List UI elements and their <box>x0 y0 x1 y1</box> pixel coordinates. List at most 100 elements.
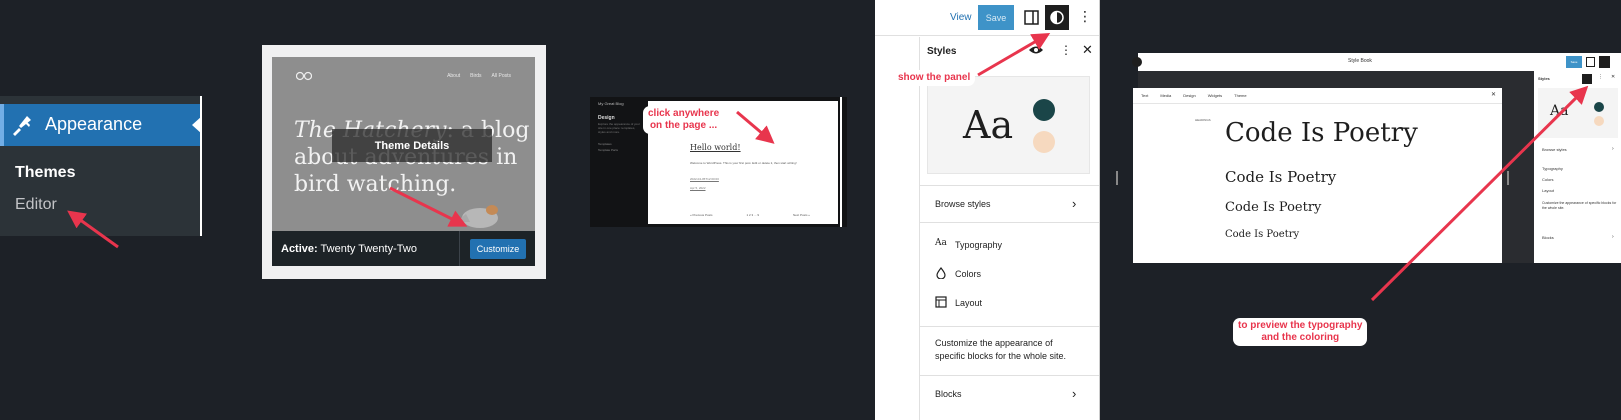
close-icon[interactable]: ✕ <box>1491 91 1496 98</box>
divider <box>840 97 842 227</box>
callout-show-panel: show the panel <box>893 70 976 86</box>
eye-icon[interactable] <box>1028 44 1044 56</box>
view-button[interactable]: View <box>950 12 972 23</box>
submenu-themes[interactable]: Themes <box>15 164 75 182</box>
chevron-right-icon[interactable]: › <box>1612 234 1614 240</box>
pagination: « Previous Posts 1 2 3 ... 9 Next Posts … <box>690 213 810 217</box>
customize-button[interactable]: Customize <box>470 239 526 259</box>
more-options-icon[interactable]: ⋮ <box>1078 9 1092 23</box>
chevron-right-icon[interactable]: › <box>1072 196 1076 211</box>
nav-item-typography[interactable]: Typography <box>1542 166 1563 171</box>
sidebar-item-template-parts[interactable]: Template Parts <box>598 148 618 152</box>
headings-label: HEADINGS <box>1195 118 1211 122</box>
theme-nav-item: Birds <box>470 73 482 79</box>
color-swatch-primary <box>1033 99 1055 121</box>
close-icon[interactable]: ✕ <box>1611 74 1615 80</box>
resize-handle[interactable] <box>1507 171 1509 185</box>
divider <box>920 185 1100 186</box>
close-icon[interactable]: ✕ <box>1082 42 1093 58</box>
divider <box>1099 0 1100 420</box>
next-link: Next Posts » <box>792 213 810 217</box>
active-theme-label: Active: Twenty Twenty-Two <box>281 243 417 255</box>
wordpress-logo-icon[interactable] <box>1132 57 1142 67</box>
contrast-icon[interactable] <box>1599 56 1610 68</box>
editor-toolbar: View Save ⋮ <box>875 0 1100 36</box>
callout-click-anywhere: click anywhere on the page ... <box>643 106 725 134</box>
style-preview: Aa <box>927 76 1090 174</box>
style-book[interactable]: Text Media Design Widgets Theme ✕ HEADIN… <box>1133 88 1502 263</box>
divider <box>920 375 1100 376</box>
blocks-description: Customize the appearance of specific blo… <box>935 338 1067 361</box>
active-bar <box>0 104 4 146</box>
more-options-icon[interactable]: ⋮ <box>1060 43 1072 57</box>
divider <box>920 222 1100 223</box>
site-name: My Great Blog <box>598 101 624 106</box>
heading-h3-sample: Code Is Poetry <box>1225 200 1322 215</box>
color-swatch-primary <box>1594 102 1604 112</box>
style-book-tabs: Text Media Design Widgets Theme <box>1133 88 1502 104</box>
style-book-preview: Style Book Save Text Media Design Widget… <box>1116 53 1621 263</box>
theme-logo-icon <box>296 71 312 81</box>
theme-nav: About Birds All Posts <box>447 73 511 79</box>
canvas-edge <box>875 37 920 420</box>
nav-item-colors[interactable]: Colors <box>1542 177 1554 182</box>
styles-button[interactable] <box>1045 5 1069 30</box>
resize-handle[interactable] <box>1116 171 1118 185</box>
style-book-toolbar: Style Book Save <box>1132 53 1621 71</box>
nav-item-colors[interactable]: Colors <box>955 269 981 279</box>
post-date: Apr 5, 2022 <box>690 186 706 190</box>
paintbrush-icon <box>13 116 31 136</box>
nav-item-layout[interactable]: Layout <box>955 298 982 308</box>
browse-styles-label[interactable]: Browse styles <box>1542 147 1567 152</box>
nav-item-layout[interactable]: Layout <box>1542 188 1554 193</box>
divider <box>459 231 460 266</box>
save-button[interactable]: Save <box>978 5 1014 30</box>
more-options-icon[interactable]: ⋮ <box>1598 74 1603 80</box>
callout-line: to preview the typography <box>1238 320 1363 331</box>
page-numbers: 1 2 3 ... 9 <box>746 213 759 217</box>
submenu-editor[interactable]: Editor <box>15 196 57 214</box>
tab-design[interactable]: Design <box>1183 93 1195 98</box>
sidebar-item-templates[interactable]: Templates <box>598 142 612 146</box>
tab-widgets[interactable]: Widgets <box>1208 93 1222 98</box>
callout-preview-typography: to preview the typography and the colori… <box>1233 318 1368 346</box>
appearance-menu-item[interactable]: Appearance <box>0 104 202 146</box>
layout-icon <box>935 296 947 308</box>
blocks-label[interactable]: Blocks <box>935 389 962 399</box>
sidebar-description: Explore the appearance of your site in o… <box>598 122 640 134</box>
contrast-icon <box>1050 10 1064 25</box>
color-swatch-secondary <box>1594 116 1604 126</box>
theme-card-footer: Active: Twenty Twenty-Two Customize <box>272 231 535 266</box>
blocks-label[interactable]: Blocks <box>1542 235 1554 240</box>
theme-screenshot[interactable]: About Birds All Posts The Hatchery: a bl… <box>272 57 535 231</box>
droplet-icon <box>936 267 946 279</box>
divider <box>920 326 1100 327</box>
chevron-right-icon[interactable]: › <box>1072 386 1076 401</box>
callout-line: on the page ... <box>649 120 718 131</box>
styles-panel: View Save ⋮ Styles ⋮ ✕ Aa Browse styles … <box>875 0 1100 420</box>
tab-text[interactable]: Text <box>1141 93 1148 98</box>
styles-title: Styles <box>1538 76 1550 81</box>
theme-details-button[interactable]: Theme Details <box>332 129 492 162</box>
heading-h2-sample: Code Is Poetry <box>1225 168 1337 186</box>
chevron-right-icon[interactable]: › <box>1612 146 1614 152</box>
sidebar-toggle-icon[interactable] <box>1586 57 1595 67</box>
tab-media[interactable]: Media <box>1160 93 1171 98</box>
active-prefix: Active: <box>281 243 318 255</box>
sidebar-toggle-icon[interactable] <box>1020 6 1043 29</box>
theme-nav-item: All Posts <box>491 73 511 79</box>
tab-theme[interactable]: Theme <box>1234 93 1246 98</box>
browse-styles-label[interactable]: Browse styles <box>935 199 991 209</box>
nav-item-typography[interactable]: Typography <box>955 240 1002 250</box>
preview-text: Aa <box>963 103 1014 147</box>
styles-sidebar: Styles ⋮ ✕ Aa Browse styles › Typography… <box>1534 71 1621 263</box>
prev-link: « Previous Posts <box>690 213 713 217</box>
save-button[interactable]: Save <box>1566 56 1582 68</box>
eye-icon[interactable] <box>1582 74 1592 84</box>
post-meta: 2022-04-05T12:00:00 <box>690 177 719 181</box>
appearance-menu-label: Appearance <box>45 114 143 134</box>
sidebar-heading: Design <box>598 115 615 121</box>
callout-line: and the coloring <box>1261 332 1340 343</box>
heading-h1-sample: Code Is Poetry <box>1225 118 1418 148</box>
color-swatch-secondary <box>1033 131 1055 153</box>
